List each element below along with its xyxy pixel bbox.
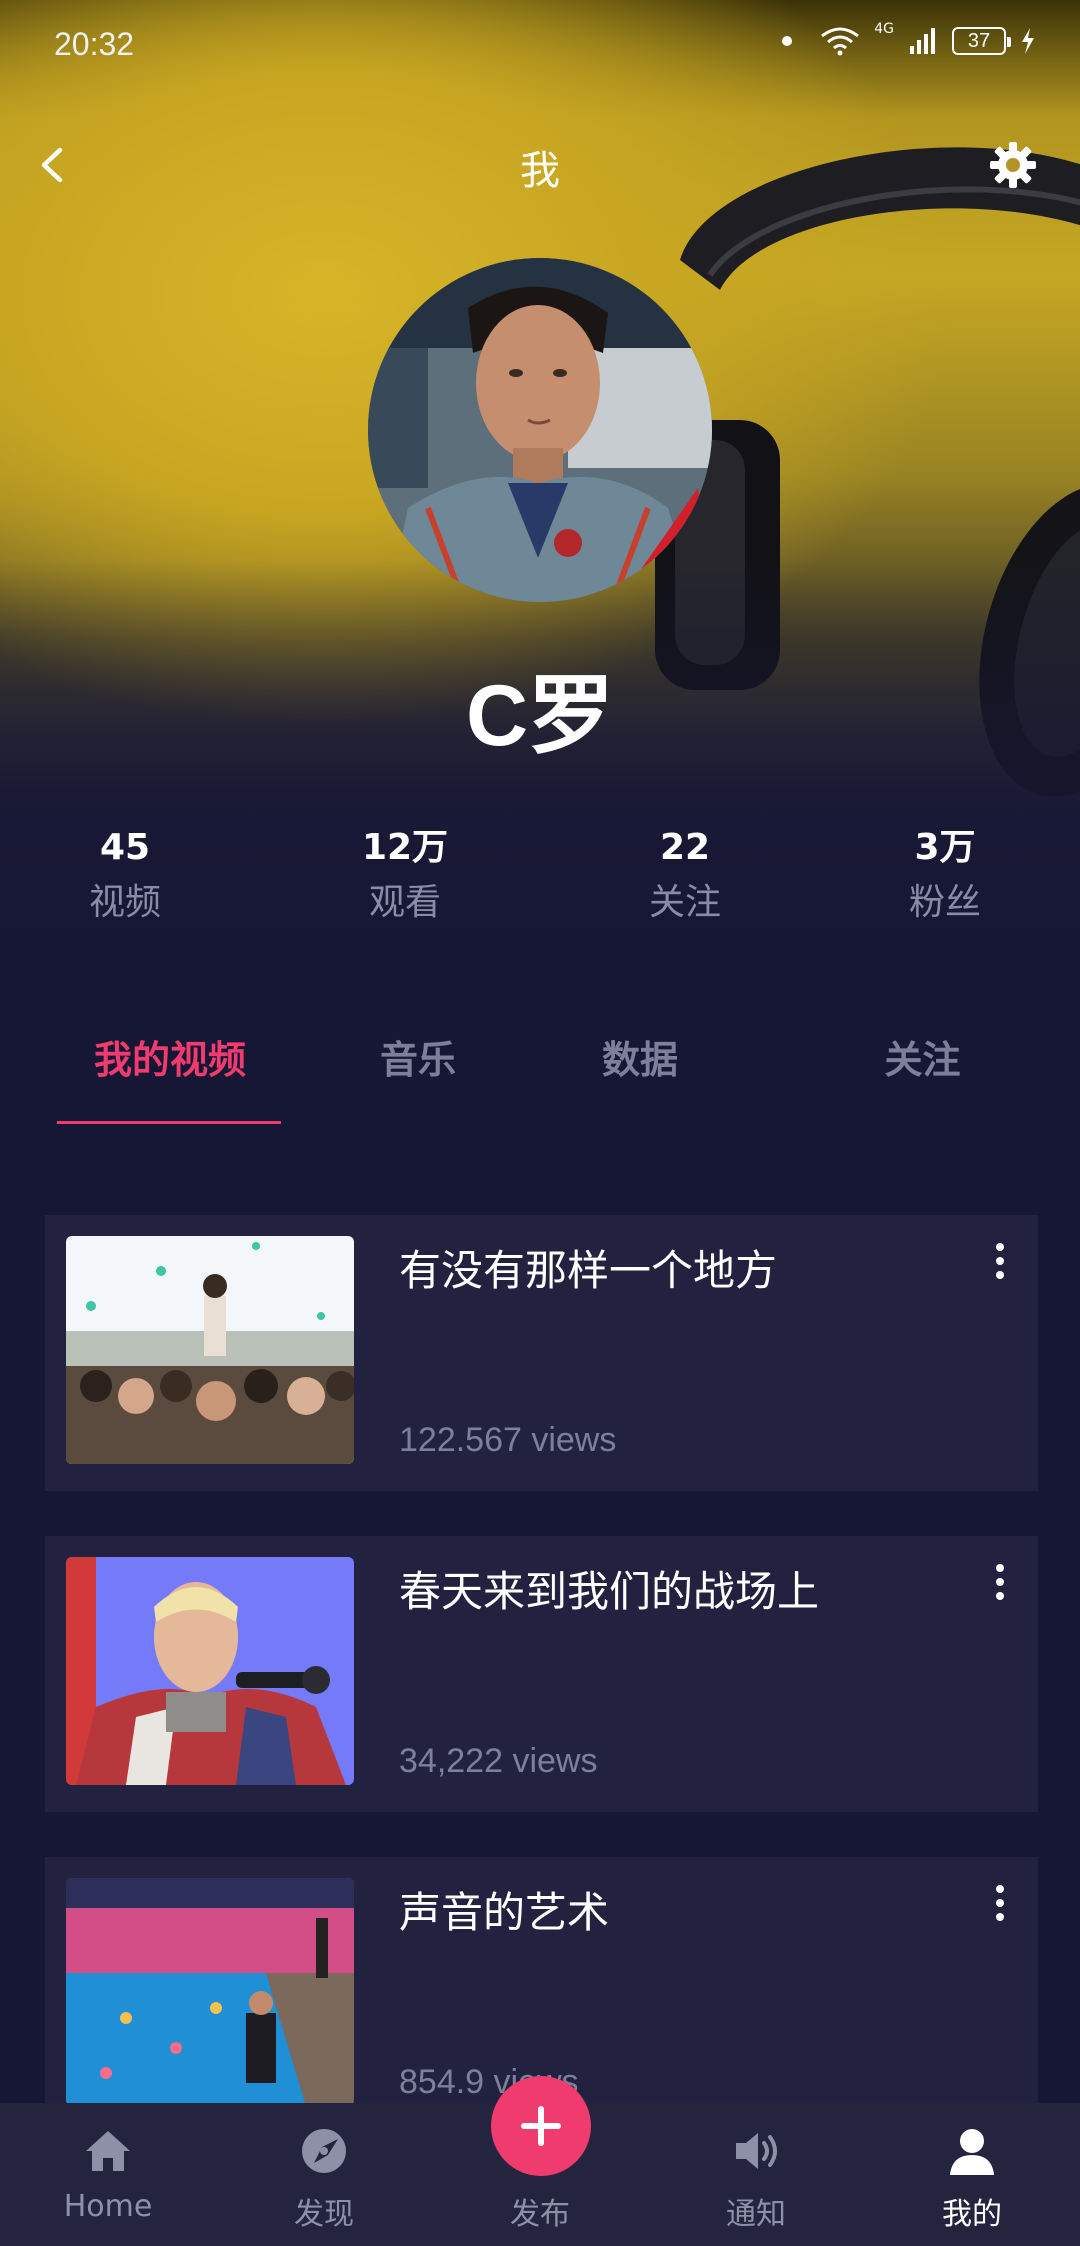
tab-my-videos[interactable]: 我的视频 xyxy=(0,1020,340,1120)
home-icon xyxy=(86,2131,130,2171)
video-thumbnail[interactable] xyxy=(66,1878,354,2106)
festival-crowd-image xyxy=(66,1236,354,1464)
more-options-icon[interactable] xyxy=(992,1562,1008,1602)
profile-name: C罗 xyxy=(465,668,615,764)
stat-value: 22 xyxy=(659,827,711,868)
stat-value: 12万 xyxy=(361,827,449,868)
nav-label: 通知 xyxy=(726,2197,786,2232)
tab-music[interactable]: 音乐 xyxy=(340,1020,515,1120)
profile-screen: 20:32 4G 37 我 C罗 45 视频 12万 观看 22 关注 3万 粉… xyxy=(0,0,1080,2246)
notification-dot-icon xyxy=(782,36,793,46)
tab-data[interactable]: 数据 xyxy=(515,1020,765,1120)
singer-with-microphone-image xyxy=(66,1557,354,1785)
profile-avatar[interactable] xyxy=(368,258,712,602)
stat-value: 45 xyxy=(99,827,151,868)
wifi-icon xyxy=(821,27,860,56)
stat-views[interactable]: 12万 观看 xyxy=(250,820,560,940)
more-options-icon[interactable] xyxy=(992,1883,1008,1923)
nav-home[interactable]: Home xyxy=(0,2103,216,2246)
video-card[interactable]: 有没有那样一个地方 122.567 views xyxy=(45,1215,1038,1491)
video-title[interactable]: 春天来到我们的战场上 xyxy=(399,1558,819,1619)
settings-gear-icon[interactable] xyxy=(986,138,1040,192)
avatar-photo xyxy=(368,258,712,602)
video-card[interactable]: 春天来到我们的战场上 34,222 views xyxy=(45,1536,1038,1812)
top-nav-bar: 我 xyxy=(0,120,1080,210)
stat-label: 关注 xyxy=(648,882,721,923)
user-icon xyxy=(950,2129,994,2175)
active-tab-indicator xyxy=(57,1121,281,1124)
nav-label: 发布 xyxy=(510,2197,570,2232)
stat-value: 3万 xyxy=(914,827,976,868)
nav-label: Home xyxy=(63,2189,153,2224)
battery-indicator: 37 xyxy=(952,27,1011,55)
video-thumbnail[interactable] xyxy=(66,1557,354,1785)
stat-label: 粉丝 xyxy=(908,882,981,923)
status-icons: 4G 37 xyxy=(782,21,1036,56)
video-title[interactable]: 有没有那样一个地方 xyxy=(399,1237,777,1298)
nav-discover[interactable]: 发现 xyxy=(216,2103,432,2246)
video-thumbnail[interactable] xyxy=(66,1236,354,1464)
network-type-label: 4G xyxy=(874,21,894,37)
publish-button[interactable] xyxy=(491,2076,591,2176)
status-bar: 20:32 4G 37 xyxy=(0,0,1080,90)
charging-bolt-icon xyxy=(1022,28,1034,54)
video-title[interactable]: 声音的艺术 xyxy=(399,1879,609,1940)
status-time: 20:32 xyxy=(54,26,135,62)
stat-following[interactable]: 22 关注 xyxy=(560,820,810,940)
page-title: 我 xyxy=(520,148,560,194)
stat-label: 视频 xyxy=(88,882,161,923)
stat-label: 观看 xyxy=(368,882,441,923)
video-views: 34,222 views xyxy=(399,1742,598,1780)
nav-label: 我的 xyxy=(942,2197,1002,2232)
more-options-icon[interactable] xyxy=(992,1241,1008,1281)
video-views: 122.567 views xyxy=(399,1421,617,1459)
nav-notifications[interactable]: 通知 xyxy=(648,2103,864,2246)
stat-videos[interactable]: 45 视频 xyxy=(0,820,250,940)
video-list: 有没有那样一个地方 122.567 views 春天来到我们的战场上 34,22… xyxy=(45,1215,1038,2178)
profile-tabs: 我的视频 音乐 数据 关注 xyxy=(0,1020,1080,1120)
compass-icon xyxy=(302,2129,346,2173)
speaker-icon xyxy=(736,2133,777,2169)
plus-icon xyxy=(521,2106,561,2146)
pool-party-crowd-image xyxy=(66,1878,354,2106)
nav-label: 发现 xyxy=(294,2197,354,2232)
nav-profile[interactable]: 我的 xyxy=(864,2103,1080,2246)
stat-fans[interactable]: 3万 粉丝 xyxy=(810,820,1080,940)
tab-following[interactable]: 关注 xyxy=(765,1020,1080,1120)
profile-stats: 45 视频 12万 观看 22 关注 3万 粉丝 xyxy=(0,820,1080,940)
signal-icon xyxy=(910,28,935,54)
